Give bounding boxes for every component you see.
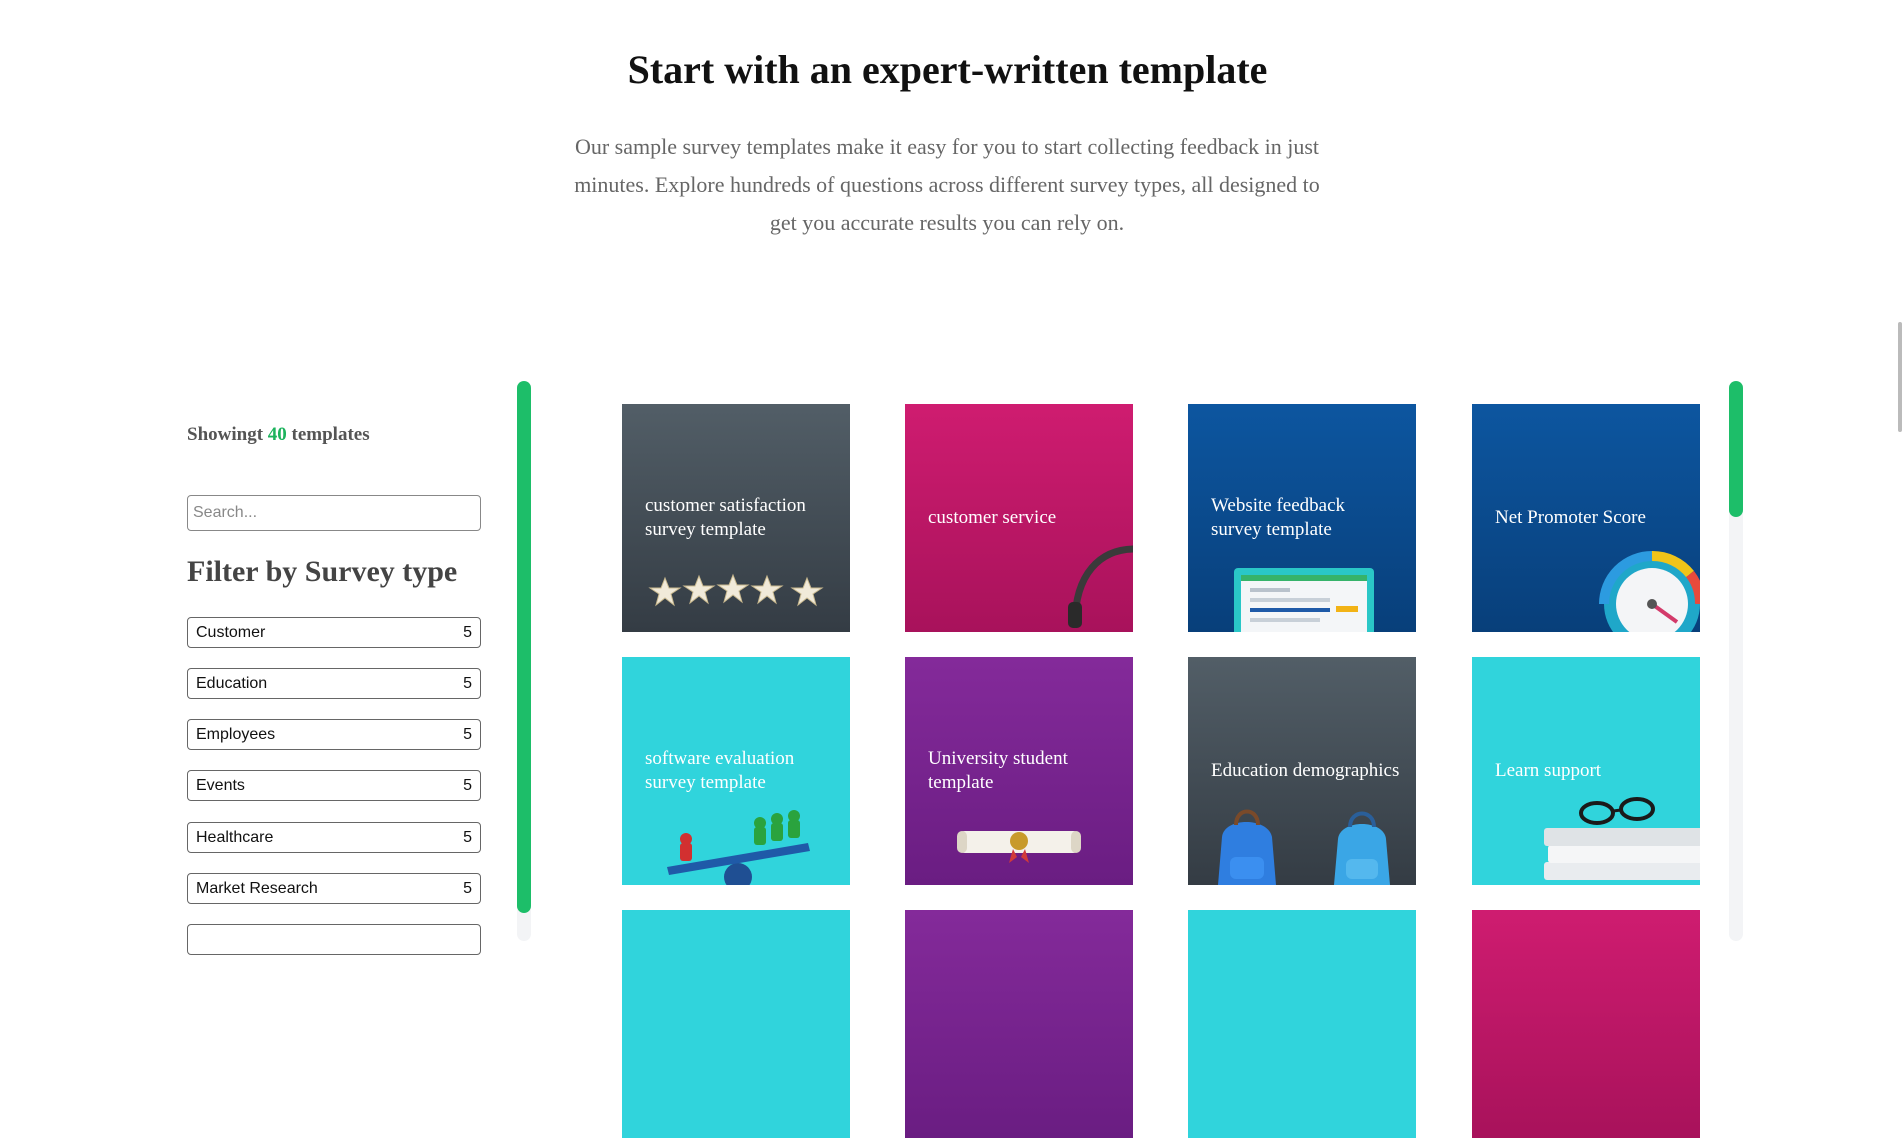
template-title: customer service [928, 507, 1057, 528]
template-card-customer-service[interactable]: customer service [905, 404, 1133, 632]
template-card-university-student[interactable]: University student template [905, 657, 1133, 885]
filter-count: 5 [463, 674, 472, 692]
filter-events[interactable]: Events 5 [187, 770, 481, 801]
template-card-education-demographics[interactable]: Education demographics [1188, 657, 1416, 885]
filter-count: 5 [463, 828, 472, 846]
template-card-learn-support[interactable]: Learn support [1472, 657, 1700, 885]
filter-label: Events [196, 776, 245, 794]
filter-customer[interactable]: Customer 5 [187, 617, 481, 648]
filter-count: 5 [463, 623, 472, 641]
template-title: Website feedback survey template [1211, 495, 1346, 540]
filter-label: Healthcare [196, 828, 274, 846]
template-card-website-feedback[interactable]: Website feedback survey template [1188, 404, 1416, 632]
template-card[interactable] [1188, 910, 1416, 1138]
filter-count: 5 [463, 879, 472, 897]
count-number: 40 [267, 424, 287, 445]
filter-employees[interactable]: Employees 5 [187, 719, 481, 750]
filter-count: 5 [463, 776, 472, 794]
template-card-software-evaluation[interactable]: software evaluation survey template [622, 657, 850, 885]
filter-label: Education [196, 674, 268, 692]
template-card[interactable] [622, 910, 850, 1138]
filter-market-research[interactable]: Market Research 5 [187, 873, 481, 904]
sidebar-scroll-thumb[interactable] [517, 381, 531, 913]
template-title: Learn support [1495, 760, 1602, 781]
grid-scroll-thumb[interactable] [1729, 381, 1743, 517]
template-title: customer satisfaction survey template [645, 495, 806, 540]
template-card-net-promoter-score[interactable]: Net Promoter Score [1472, 404, 1700, 632]
template-title: Net Promoter Score [1495, 507, 1646, 528]
filter-heading: Filter by Survey type [187, 555, 458, 588]
page-title: Start with an expert-written template [627, 47, 1268, 92]
template-title: software evaluation survey template [645, 748, 795, 793]
template-card[interactable] [1472, 910, 1700, 1138]
template-count: Showingt 40 templates [187, 424, 370, 446]
filter-healthcare[interactable]: Healthcare 5 [187, 822, 481, 853]
template-card[interactable] [905, 910, 1133, 1138]
template-title: University student template [928, 748, 1068, 793]
template-card-customer-satisfaction[interactable]: customer satisfaction survey template [622, 404, 850, 632]
filter-next[interactable] [187, 924, 481, 955]
page-subtitle: Our sample survey templates make it easy… [574, 134, 1320, 235]
filter-label: Employees [196, 725, 276, 743]
template-title: Education demographics [1211, 760, 1400, 781]
count-suffix: templates [291, 424, 370, 445]
filter-label: Customer [196, 623, 266, 641]
page-scrollbar[interactable] [1898, 322, 1902, 432]
filter-count: 5 [463, 725, 472, 743]
filter-label: Market Research [196, 879, 318, 897]
filter-education[interactable]: Education 5 [187, 668, 481, 699]
count-prefix: Showingt [187, 424, 264, 445]
search-input[interactable] [187, 495, 481, 531]
